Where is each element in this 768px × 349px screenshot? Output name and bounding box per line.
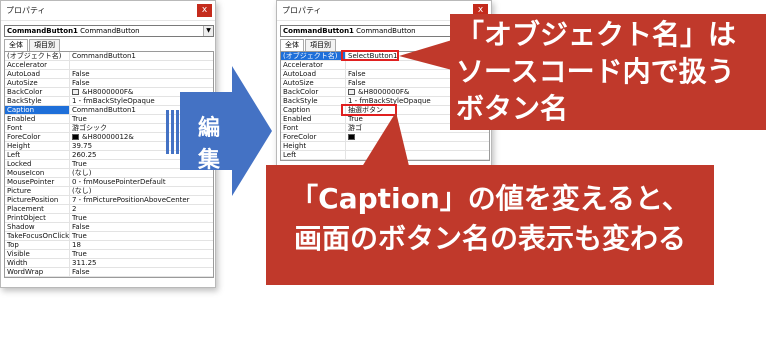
edit-label-2: 集 (198, 148, 221, 173)
callout-object-name: 「オブジェクト名」は ソースコード内で扱う ボタン名 (450, 14, 766, 130)
arrow-stripe (166, 110, 169, 154)
callout-pointer-top (399, 40, 452, 70)
edit-arrow-shape (180, 66, 272, 196)
arrow-stripe (171, 110, 174, 154)
callout-line: 画面のボタン名の表示も変わる (293, 222, 686, 255)
edit-label-1: 編 (198, 116, 221, 141)
arrow-stripe (176, 110, 179, 154)
callout-pointer-bottom (360, 112, 410, 170)
callout-line: 「オブジェクト名」は (456, 18, 737, 51)
callout-line: ソースコード内で扱う (456, 55, 735, 88)
callout-line: 「Caption」の値を変えると、 (290, 182, 690, 215)
callout-line: ボタン名 (456, 92, 569, 125)
callout-caption: 「Caption」の値を変えると、 画面のボタン名の表示も変わる (266, 165, 714, 285)
